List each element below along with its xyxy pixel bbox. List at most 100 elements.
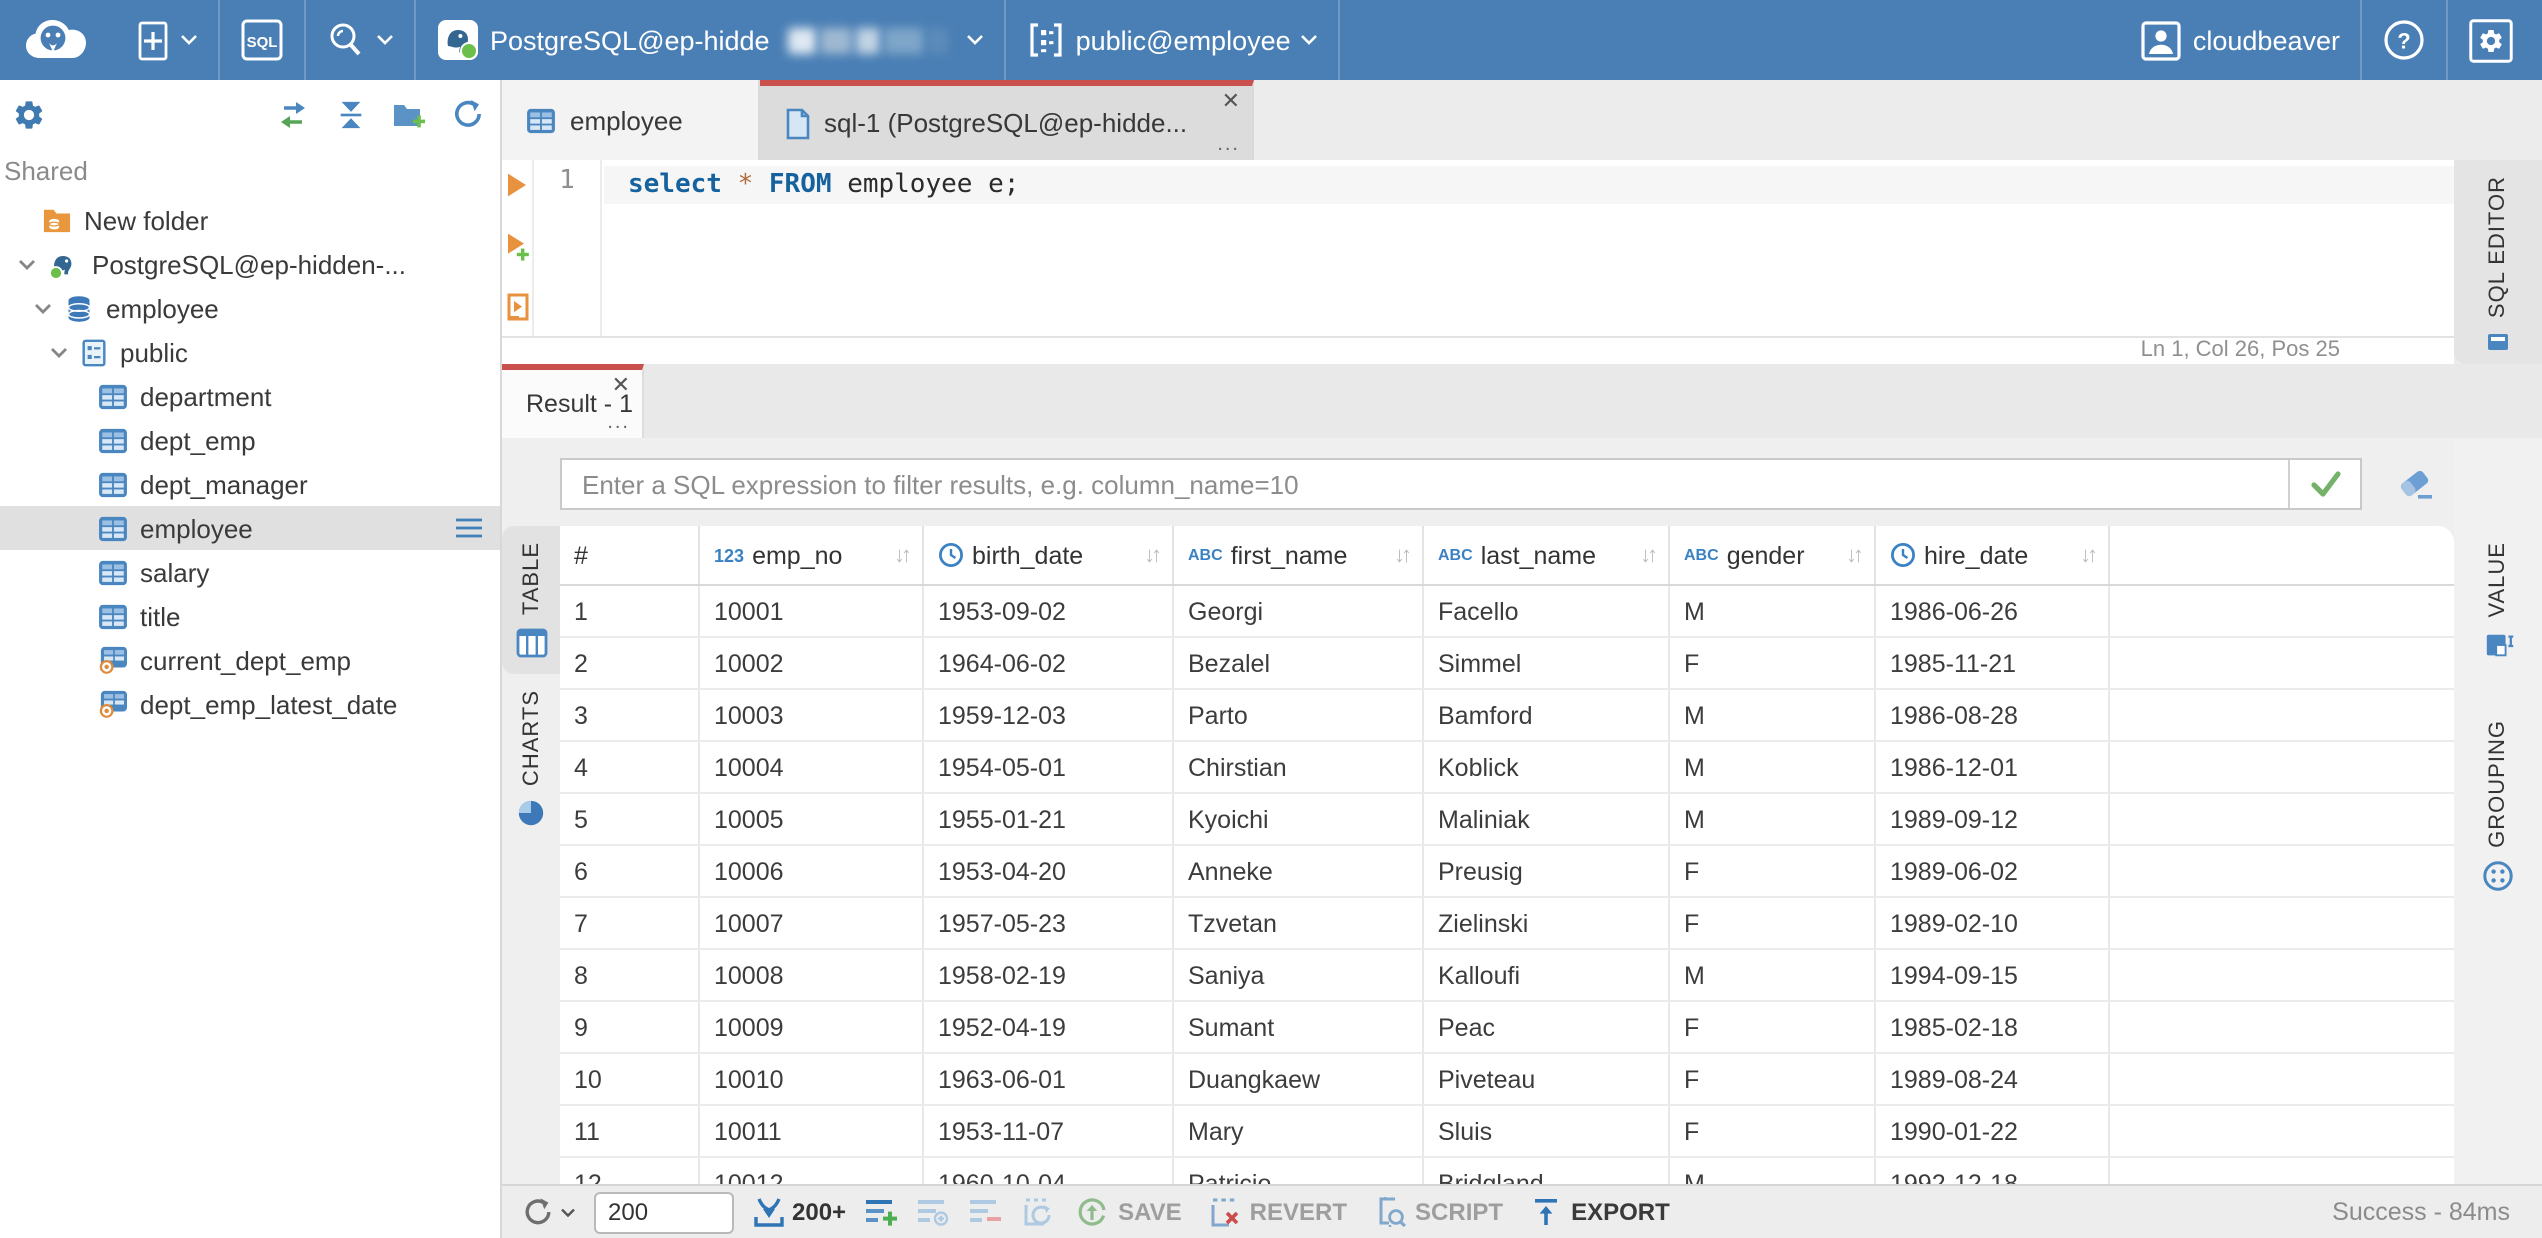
sql-line-1[interactable]: select * FROM employee e; [604,166,2454,204]
cell-rownum[interactable]: 7 [560,898,700,948]
export-button[interactable]: EXPORT [1525,1196,1674,1228]
cell-emp-no[interactable]: 10004 [700,742,924,792]
clear-filter-button[interactable] [2394,464,2436,502]
cell-birth-date[interactable]: 1953-09-02 [924,586,1174,636]
apply-filter-button[interactable] [2288,460,2360,508]
cell-hire-date[interactable]: 1989-02-10 [1876,898,2110,948]
cell-gender[interactable]: F [1670,898,1876,948]
tab-value-panel[interactable]: VALUE [2483,526,2513,676]
cell-first-name[interactable]: Mary [1174,1106,1424,1156]
cell-first-name[interactable]: Bezalel [1174,638,1424,688]
cell-first-name[interactable]: Parto [1174,690,1424,740]
cell-birth-date[interactable]: 1960-10-04 [924,1158,1174,1184]
cell-hire-date[interactable]: 1994-09-15 [1876,950,2110,1000]
refresh-result-button[interactable] [522,1196,576,1228]
tree-item-table-employee-selected[interactable]: employee [0,506,500,550]
tab-grouping-panel[interactable]: GROUPING [2482,704,2514,908]
cell-birth-date[interactable]: 1952-04-19 [924,1002,1174,1052]
cell-first-name[interactable]: Chirstian [1174,742,1424,792]
cell-rownum[interactable]: 8 [560,950,700,1000]
cell-birth-date[interactable]: 1958-02-19 [924,950,1174,1000]
cell-birth-date[interactable]: 1959-12-03 [924,690,1174,740]
cell-last-name[interactable]: Peac [1424,1002,1670,1052]
cell-last-name[interactable]: Piveteau [1424,1054,1670,1104]
cell-birth-date[interactable]: 1957-05-23 [924,898,1174,948]
cell-emp-no[interactable]: 10011 [700,1106,924,1156]
settings-button[interactable] [2448,0,2542,80]
cell-emp-no[interactable]: 10002 [700,638,924,688]
sort-icon[interactable]: ↓↑ [882,543,912,567]
duplicate-row-button-disabled[interactable] [916,1196,950,1228]
cell-emp-no[interactable]: 10012 [700,1158,924,1184]
cell-hire-date[interactable]: 1986-06-26 [1876,586,2110,636]
table-row[interactable]: 9 10009 1952-04-19 Sumant Peac F 1985-02… [560,1002,2454,1054]
cell-first-name[interactable]: Duangkaew [1174,1054,1424,1104]
cell-birth-date[interactable]: 1955-01-21 [924,794,1174,844]
cell-gender[interactable]: F [1670,638,1876,688]
link-with-editor-icon[interactable] [276,99,310,129]
cell-hire-date[interactable]: 1986-08-28 [1876,690,2110,740]
cell-last-name[interactable]: Bamford [1424,690,1670,740]
tab-employee[interactable]: employee [502,80,760,160]
tab-sql-1-active[interactable]: sql-1 (PostgreSQL@ep-hidde... ✕ ... [760,80,1254,160]
table-row[interactable]: 11 10011 1953-11-07 Mary Sluis F 1990-01… [560,1106,2454,1158]
cell-first-name[interactable]: Anneke [1174,846,1424,896]
tree-item-table-dept-manager[interactable]: dept_manager [0,462,500,506]
cell-birth-date[interactable]: 1963-06-01 [924,1054,1174,1104]
cell-rownum[interactable]: 5 [560,794,700,844]
table-row[interactable]: 12 10012 1960-10-04 Patricio Bridgland M… [560,1158,2454,1184]
cell-hire-date[interactable]: 1989-08-24 [1876,1054,2110,1104]
tab-more-icon[interactable]: ... [1217,135,1240,156]
find-connections-button[interactable] [306,0,414,80]
cell-gender[interactable]: M [1670,794,1876,844]
column-header-last-name[interactable]: ABC last_name ↓↑ [1424,526,1670,584]
cell-last-name[interactable]: Sluis [1424,1106,1670,1156]
tree-item-table-department[interactable]: department [0,374,500,418]
table-row[interactable]: 8 10008 1958-02-19 Saniya Kalloufi M 199… [560,950,2454,1002]
cell-first-name[interactable]: Georgi [1174,586,1424,636]
cell-rownum[interactable]: 2 [560,638,700,688]
cell-rownum[interactable]: 3 [560,690,700,740]
add-row-button[interactable] [864,1196,898,1228]
column-header-birth-date[interactable]: birth_date ↓↑ [924,526,1174,584]
chevron-expanded-icon[interactable] [18,257,36,271]
schema-selector[interactable]: public@employee [1006,0,1339,80]
tree-item-table-salary[interactable]: salary [0,550,500,594]
cell-hire-date[interactable]: 1985-02-18 [1876,1002,2110,1052]
table-row[interactable]: 4 10004 1954-05-01 Chirstian Koblick M 1… [560,742,2454,794]
cell-hire-date[interactable]: 1986-12-01 [1876,742,2110,792]
script-button-disabled[interactable]: SCRIPT [1369,1196,1507,1228]
tree-item-view-current-dept-emp[interactable]: current_dept_emp [0,638,500,682]
cell-birth-date[interactable]: 1953-11-07 [924,1106,1174,1156]
cell-gender[interactable]: F [1670,1106,1876,1156]
collapse-all-icon[interactable] [336,99,366,129]
execute-in-new-tab-icon[interactable] [506,232,532,262]
column-header-emp-no[interactable]: 123 emp_no ↓↑ [700,526,924,584]
tree-item-connection-postgresql[interactable]: PostgreSQL@ep-hidden-... [0,242,500,286]
tree-item-view-dept-emp-latest-date[interactable]: dept_emp_latest_date [0,682,500,726]
execute-query-icon[interactable] [506,172,528,198]
result-more-icon[interactable]: ... [607,413,630,434]
cell-last-name[interactable]: Simmel [1424,638,1670,688]
tab-result-1[interactable]: Result - 1 ✕ ... [502,364,644,438]
table-row[interactable]: 7 10007 1957-05-23 Tzvetan Zielinski F 1… [560,898,2454,950]
cell-hire-date[interactable]: 1990-01-22 [1876,1106,2110,1156]
cell-last-name[interactable]: Preusig [1424,846,1670,896]
fetch-next-page-button[interactable]: 200+ [752,1196,846,1228]
filter-input[interactable] [562,460,2288,508]
user-menu-button[interactable]: cloudbeaver [2121,0,2360,80]
connection-selector[interactable]: PostgreSQL@ep-hidde [416,0,1004,80]
save-button-disabled[interactable]: SAVE [1072,1196,1186,1228]
tree-item-schema-public[interactable]: public [0,330,500,374]
cell-last-name[interactable]: Facello [1424,586,1670,636]
cell-emp-no[interactable]: 10007 [700,898,924,948]
tree-item-new-folder[interactable]: New folder [0,198,500,242]
cell-last-name[interactable]: Zielinski [1424,898,1670,948]
cell-rownum[interactable]: 1 [560,586,700,636]
tree-item-database-employee[interactable]: employee [0,286,500,330]
cell-gender[interactable]: F [1670,1002,1876,1052]
cell-gender[interactable]: M [1670,742,1876,792]
cell-rownum[interactable]: 12 [560,1158,700,1184]
cell-hire-date[interactable]: 1992-12-18 [1876,1158,2110,1184]
chevron-expanded-icon[interactable] [34,301,52,315]
